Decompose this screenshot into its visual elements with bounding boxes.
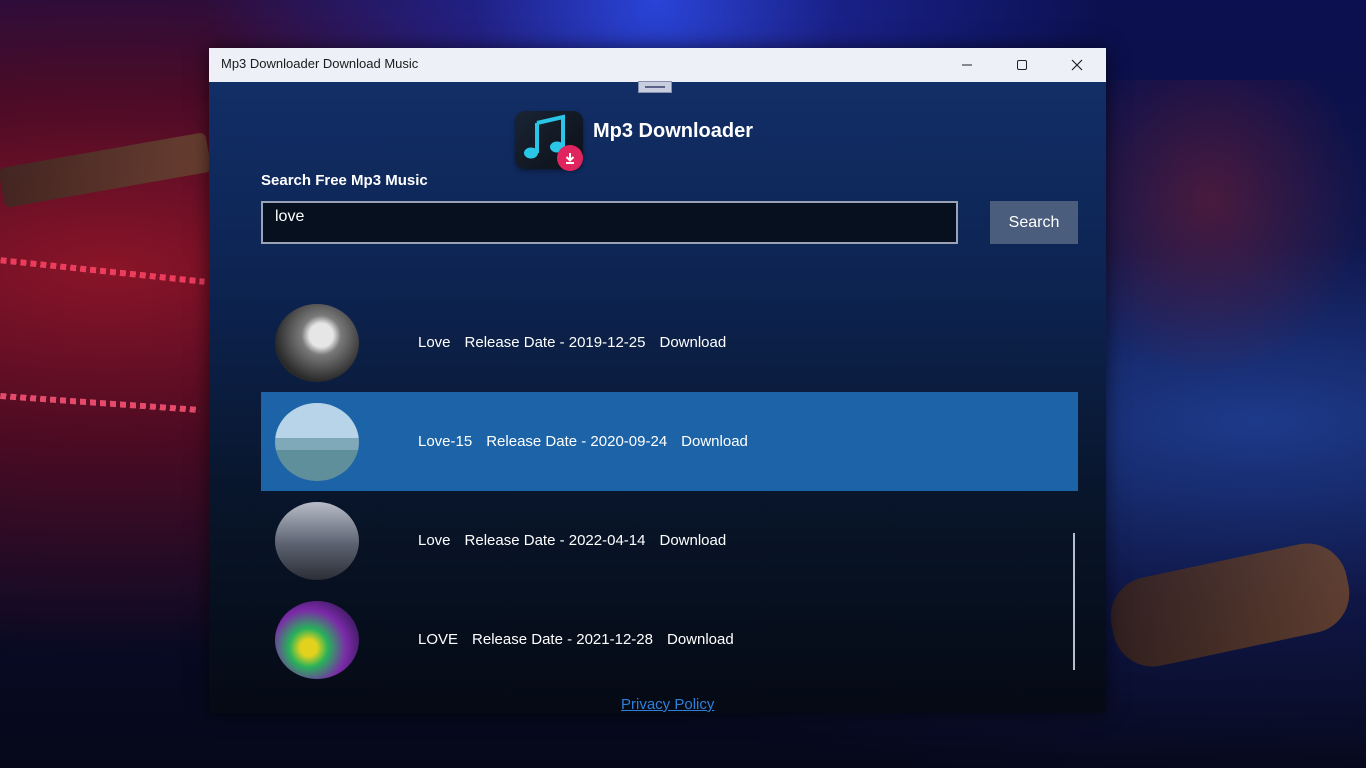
list-item-selected[interactable]: Love-15 Release Date - 2020-09-24 Download: [261, 392, 1078, 491]
search-button[interactable]: Search: [990, 201, 1078, 244]
album-thumbnail: [275, 502, 359, 580]
drag-handle[interactable]: [638, 81, 672, 93]
track-title: Love: [418, 334, 451, 351]
download-link[interactable]: Download: [681, 433, 748, 450]
minimize-icon: [962, 64, 972, 66]
track-title: Love: [418, 532, 451, 549]
app-logo: [515, 111, 583, 171]
search-label: Search Free Mp3 Music: [261, 172, 428, 189]
release-date: Release Date - 2022-04-14: [464, 532, 646, 549]
track-title: LOVE: [418, 631, 459, 648]
privacy-policy-link[interactable]: Privacy Policy: [621, 696, 714, 713]
search-input[interactable]: love: [261, 201, 958, 244]
background-stage-glow: [1106, 80, 1366, 380]
minimize-button[interactable]: [940, 48, 994, 82]
download-link[interactable]: Download: [659, 532, 726, 549]
background-string-lights-lower: [0, 393, 200, 413]
window-title: Mp3 Downloader Download Music: [221, 56, 419, 71]
list-item[interactable]: Love Release Date - 2022-04-14 Download: [261, 491, 1078, 590]
release-date: Release Date - 2019-12-25: [464, 334, 646, 351]
background-string-lights: [0, 257, 205, 285]
album-thumbnail: [275, 601, 359, 679]
app-window: Mp3 Downloader Download Music Mp3 Downlo…: [209, 48, 1106, 713]
background-guitar-neck: [0, 132, 212, 208]
list-item-text: Love-15 Release Date - 2020-09-24 Download: [418, 433, 762, 450]
list-item[interactable]: Love Release Date - 2019-12-25 Download: [261, 293, 1078, 392]
track-title: Love-15: [418, 433, 473, 450]
title-bar[interactable]: Mp3 Downloader Download Music: [209, 48, 1106, 82]
list-item-text: LOVE Release Date - 2021-12-28 Download: [418, 631, 748, 648]
download-link[interactable]: Download: [667, 631, 734, 648]
app-name: Mp3 Downloader: [593, 120, 754, 142]
release-date: Release Date - 2020-09-24: [486, 433, 668, 450]
search-input-value: love: [275, 208, 305, 225]
release-date: Release Date - 2021-12-28: [472, 631, 653, 648]
maximize-button[interactable]: [995, 48, 1049, 82]
scrollbar[interactable]: [1073, 533, 1075, 670]
list-item-text: Love Release Date - 2022-04-14 Download: [418, 532, 740, 549]
list-item[interactable]: LOVE Release Date - 2021-12-28 Download: [261, 590, 1078, 689]
download-badge-icon: [557, 145, 583, 171]
download-link[interactable]: Download: [659, 334, 726, 351]
list-item-text: Love Release Date - 2019-12-25 Download: [418, 334, 740, 351]
results-list: Love Release Date - 2019-12-25 Download Lo…: [261, 293, 1078, 689]
album-thumbnail: [275, 403, 359, 481]
maximize-icon: [1017, 60, 1027, 70]
close-button[interactable]: [1050, 48, 1104, 82]
close-icon: [1071, 59, 1083, 71]
background-acoustic-guitar: [1103, 536, 1357, 674]
album-thumbnail: [275, 304, 359, 382]
